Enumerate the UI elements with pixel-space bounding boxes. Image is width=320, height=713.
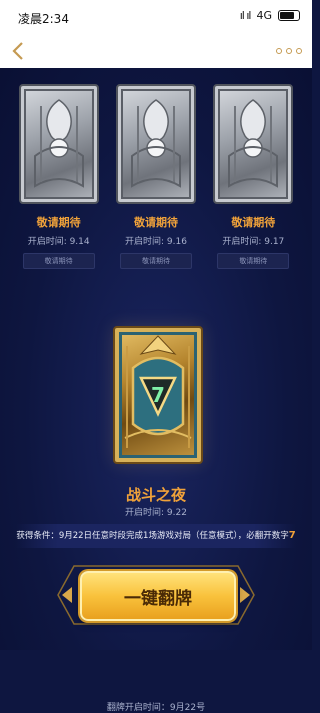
- card-title: 敬请期待: [36, 216, 81, 229]
- upcoming-cards: 敬请期待 开启时间: 9.14 敬请期待 敬请期待 开启时间: 9.16 敬请期…: [0, 84, 312, 269]
- coming-soon-button[interactable]: 敬请期待: [217, 253, 290, 269]
- upcoming-card: 敬请期待 开启时间: 9.16 敬请期待: [112, 84, 200, 269]
- network-label: 4G: [256, 9, 272, 22]
- condition-digit: 7: [288, 530, 296, 541]
- card-open-time: 开启时间: 9.16: [125, 237, 187, 247]
- featured-gold-card[interactable]: 7: [113, 326, 203, 464]
- card-title: 敬请期待: [231, 216, 276, 229]
- silver-card-back[interactable]: [18, 84, 99, 204]
- right-arrow-icon: [240, 587, 250, 603]
- featured-open-time: 开启时间: 9.22: [125, 508, 187, 518]
- coming-soon-button[interactable]: 敬请期待: [119, 253, 192, 269]
- back-arrow-icon[interactable]: [10, 40, 28, 62]
- featured-title: 战斗之夜: [125, 486, 186, 504]
- upcoming-card: 敬请期待 开启时间: 9.14 敬请期待: [15, 84, 103, 269]
- one-click-flip-button[interactable]: 一键翻牌: [80, 571, 236, 621]
- emblem-number: 7: [151, 383, 165, 407]
- upcoming-card: 敬请期待 开启时间: 9.17 敬请期待: [209, 84, 297, 269]
- status-icons: ıl ıl 4G: [240, 9, 300, 22]
- unlock-condition: 获得条件：9月22日任意时段完成1场游戏对局（任意模式），必翻开数字7: [16, 524, 296, 548]
- coming-soon-button[interactable]: 敬请期待: [22, 253, 95, 269]
- card-open-time: 开启时间: 9.17: [222, 237, 285, 247]
- silver-card-back[interactable]: [115, 84, 196, 204]
- flip-open-time: 翻牌开启时间：9月22号: [106, 703, 206, 713]
- more-options-icon[interactable]: [276, 48, 302, 54]
- condition-text: 获得条件：9月22日任意时段完成1场游戏对局（任意模式），必翻开数字: [16, 531, 289, 541]
- left-arrow-icon: [62, 587, 72, 603]
- status-time: 凌晨2:34: [18, 12, 69, 26]
- signal-icon: ıl ıl: [239, 9, 252, 22]
- main-content: 敬请期待 开启时间: 9.14 敬请期待 敬请期待 开启时间: 9.16 敬请期…: [0, 68, 312, 713]
- battery-icon: [278, 10, 300, 21]
- silver-card-back[interactable]: [213, 84, 294, 204]
- nav-bar: [0, 34, 312, 68]
- status-bar: 凌晨2:34 ıl ıl 4G: [0, 0, 312, 34]
- card-title: 敬请期待: [133, 216, 178, 229]
- card-open-time: 开启时间: 9.14: [27, 237, 90, 247]
